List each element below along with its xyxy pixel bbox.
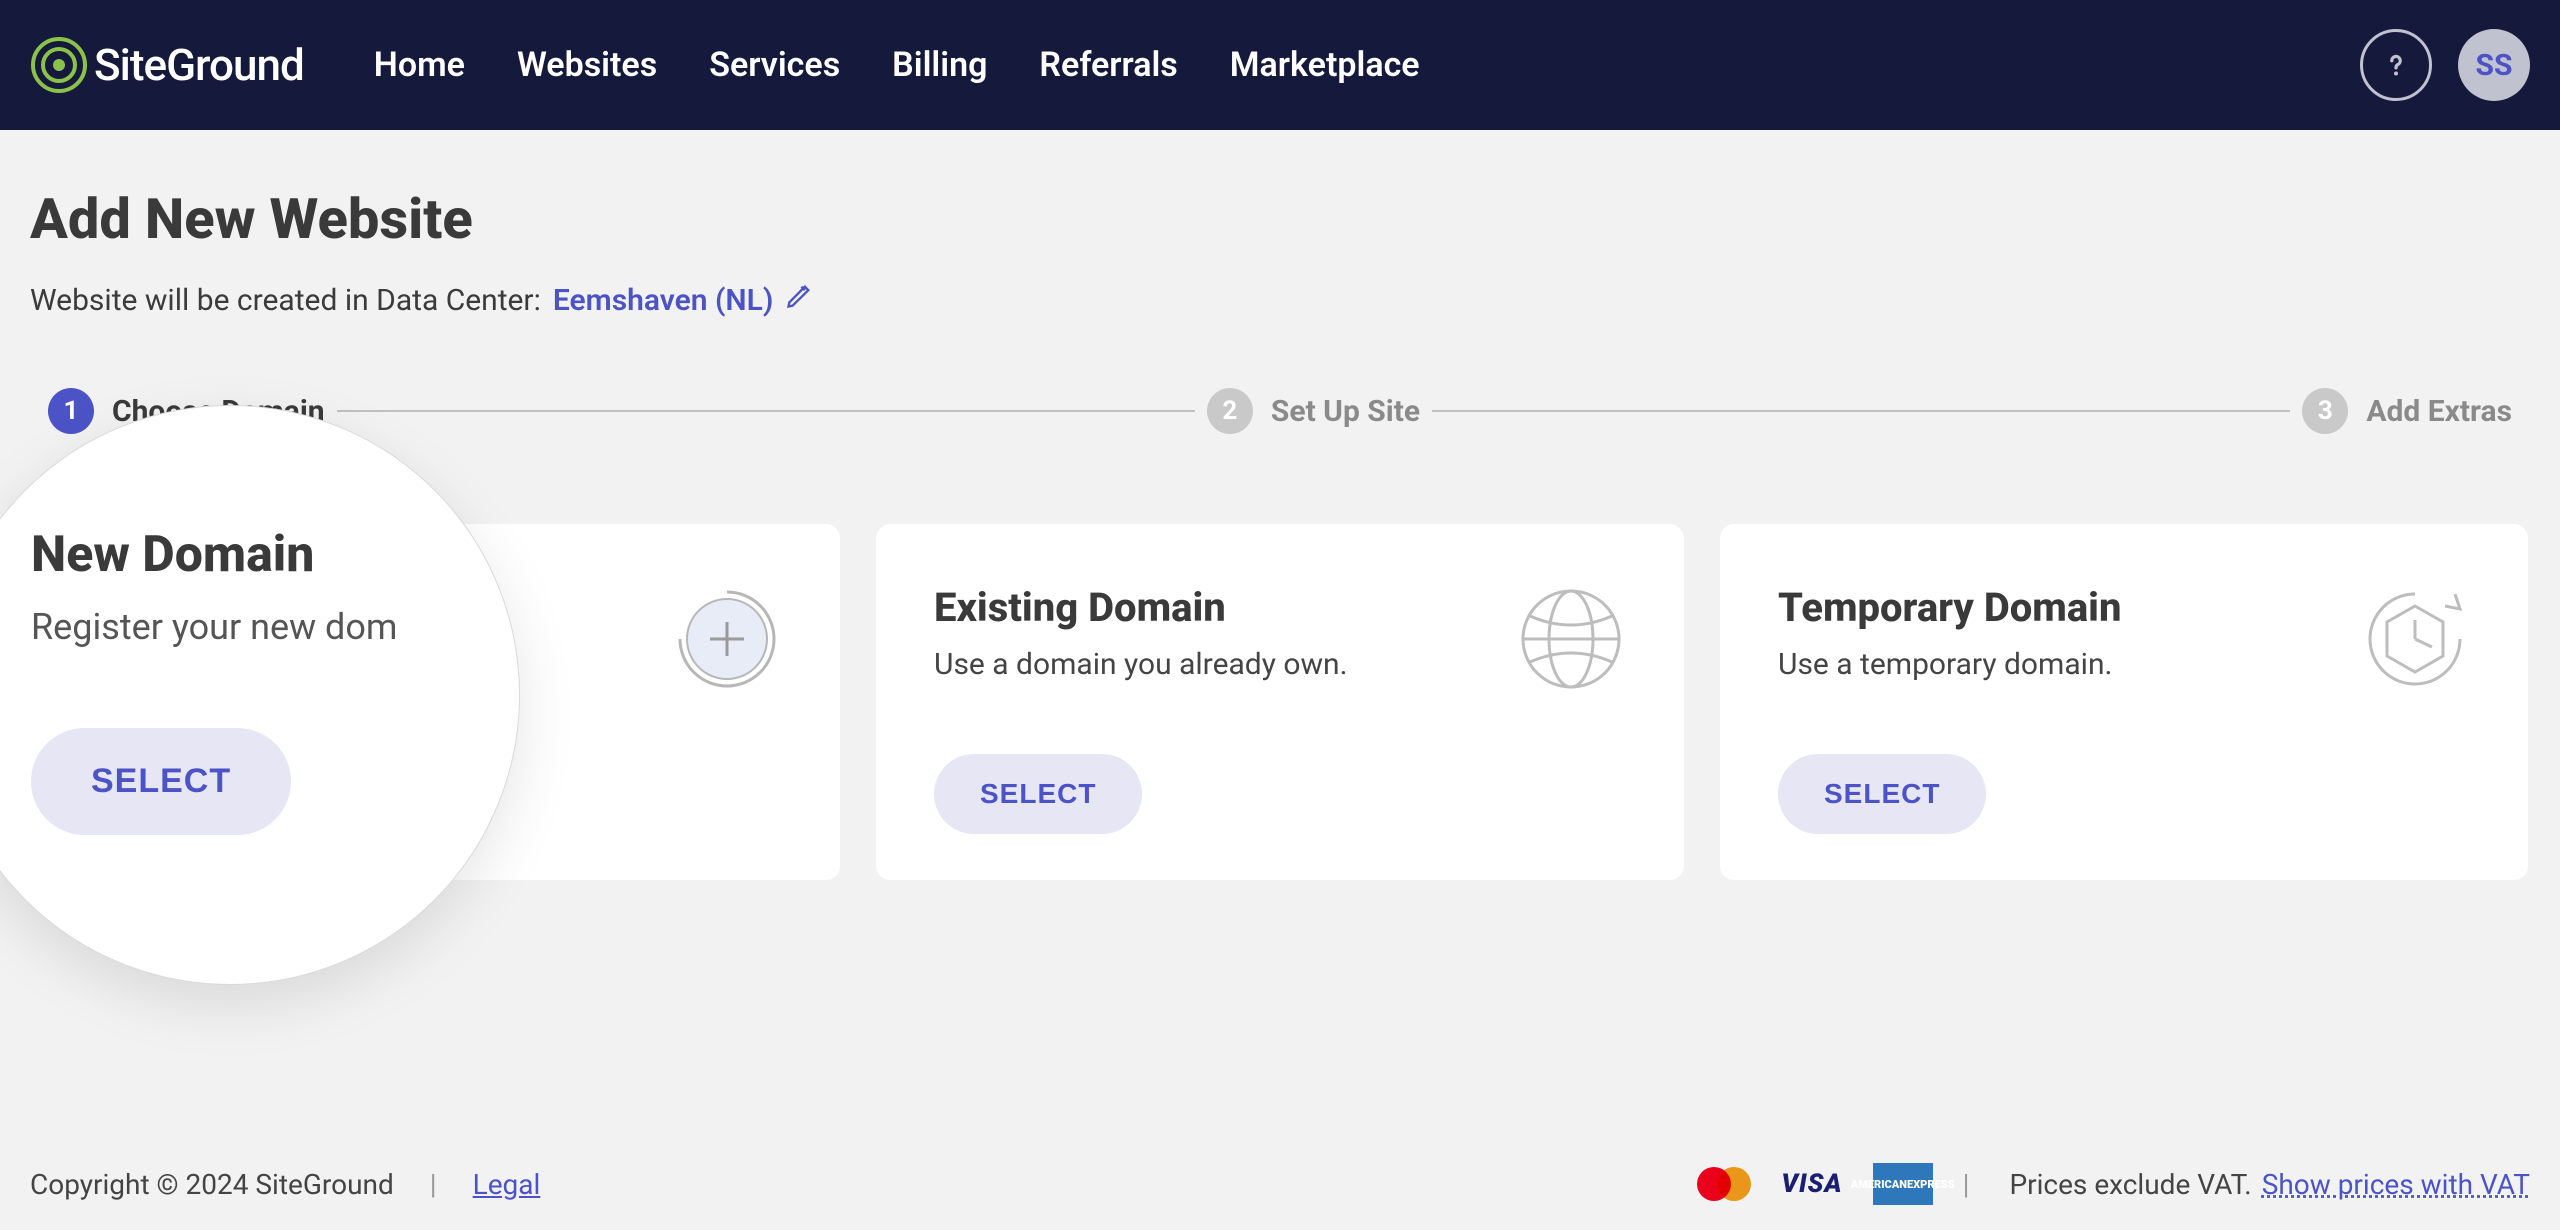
- copyright-text: Copyright © 2024 SiteGround: [30, 1168, 394, 1201]
- brand-logo[interactable]: SiteGround: [30, 36, 304, 94]
- step-num-2: 2: [1207, 388, 1253, 434]
- card-title: Temporary Domain: [1778, 584, 2121, 631]
- brand-name: SiteGround: [94, 39, 304, 91]
- step-num-3: 3: [2302, 388, 2348, 434]
- help-button[interactable]: [2360, 29, 2432, 101]
- card-sub: Use a temporary domain.: [1778, 647, 2121, 682]
- datacenter-value[interactable]: Eemshaven (NL): [553, 283, 774, 318]
- nav-websites[interactable]: Websites: [517, 45, 657, 85]
- page-title: Add New Website: [30, 186, 2530, 252]
- main-nav: Home Websites Services Billing Referrals…: [374, 45, 1420, 85]
- select-existing-domain-button[interactable]: SELECT: [934, 754, 1142, 834]
- step-divider: [1432, 410, 2290, 412]
- step-divider: [337, 410, 1195, 412]
- nav-services[interactable]: Services: [709, 45, 840, 85]
- nav-home[interactable]: Home: [374, 45, 465, 85]
- mastercard-icon: [1697, 1163, 1751, 1205]
- card-sub: Use a domain you already own.: [934, 647, 1347, 682]
- card-title: New Domain: [90, 584, 443, 631]
- select-temporary-domain-button[interactable]: SELECT: [1778, 754, 1986, 834]
- user-avatar[interactable]: SS: [2458, 29, 2530, 101]
- vat-text: Prices exclude VAT.: [2009, 1168, 2251, 1201]
- legal-link[interactable]: Legal: [473, 1168, 541, 1201]
- avatar-initials: SS: [2476, 48, 2513, 83]
- step-add-extras: 3 Add Extras: [2302, 388, 2512, 434]
- step-num-1: 1: [48, 388, 94, 434]
- pencil-icon[interactable]: [785, 282, 813, 318]
- card-temporary-domain: Temporary Domain Use a temporary domain.…: [1720, 524, 2528, 880]
- visa-icon: VISA: [1781, 1163, 1842, 1205]
- domain-option-cards: New Domain Register your new domain. SEL…: [30, 524, 2530, 880]
- footer-separator: |: [1963, 1168, 1970, 1201]
- page-body: Add New Website Website will be created …: [0, 130, 2560, 880]
- clock-refresh-icon: [2360, 584, 2470, 694]
- card-existing-domain: Existing Domain Use a domain you already…: [876, 524, 1684, 880]
- question-icon: [2379, 48, 2413, 82]
- step-label-3: Add Extras: [2366, 394, 2512, 429]
- datacenter-label: Website will be created in Data Center:: [30, 283, 541, 318]
- step-choose-domain: 1 Choose Domain: [48, 388, 325, 434]
- progress-stepper: 1 Choose Domain 2 Set Up Site 3 Add Extr…: [30, 388, 2530, 434]
- nav-billing[interactable]: Billing: [892, 45, 987, 85]
- nav-referrals[interactable]: Referrals: [1039, 45, 1177, 85]
- page-footer: Copyright © 2024 SiteGround | Legal VISA…: [0, 1138, 2560, 1230]
- card-new-domain: New Domain Register your new domain. SEL…: [32, 524, 840, 880]
- select-new-domain-button[interactable]: SELECT: [90, 754, 298, 834]
- globe-icon: [1516, 584, 1626, 694]
- amex-icon: AMERICAN EXPRESS: [1873, 1163, 1933, 1205]
- datacenter-row: Website will be created in Data Center: …: [30, 282, 2530, 318]
- step-label-2: Set Up Site: [1271, 394, 1420, 429]
- payment-logos: VISA AMERICAN EXPRESS |: [1697, 1163, 1969, 1205]
- top-nav: SiteGround Home Websites Services Billin…: [0, 0, 2560, 130]
- step-label-1: Choose Domain: [112, 394, 325, 429]
- card-title: Existing Domain: [934, 584, 1347, 631]
- plus-circle-icon: [672, 584, 782, 694]
- nav-marketplace[interactable]: Marketplace: [1230, 45, 1420, 85]
- footer-separator: |: [430, 1168, 437, 1201]
- card-sub: Register your new domain.: [90, 647, 443, 682]
- swirl-icon: [30, 36, 88, 94]
- step-setup-site: 2 Set Up Site: [1207, 388, 1420, 434]
- vat-toggle-link[interactable]: Show prices with VAT: [2262, 1168, 2530, 1201]
